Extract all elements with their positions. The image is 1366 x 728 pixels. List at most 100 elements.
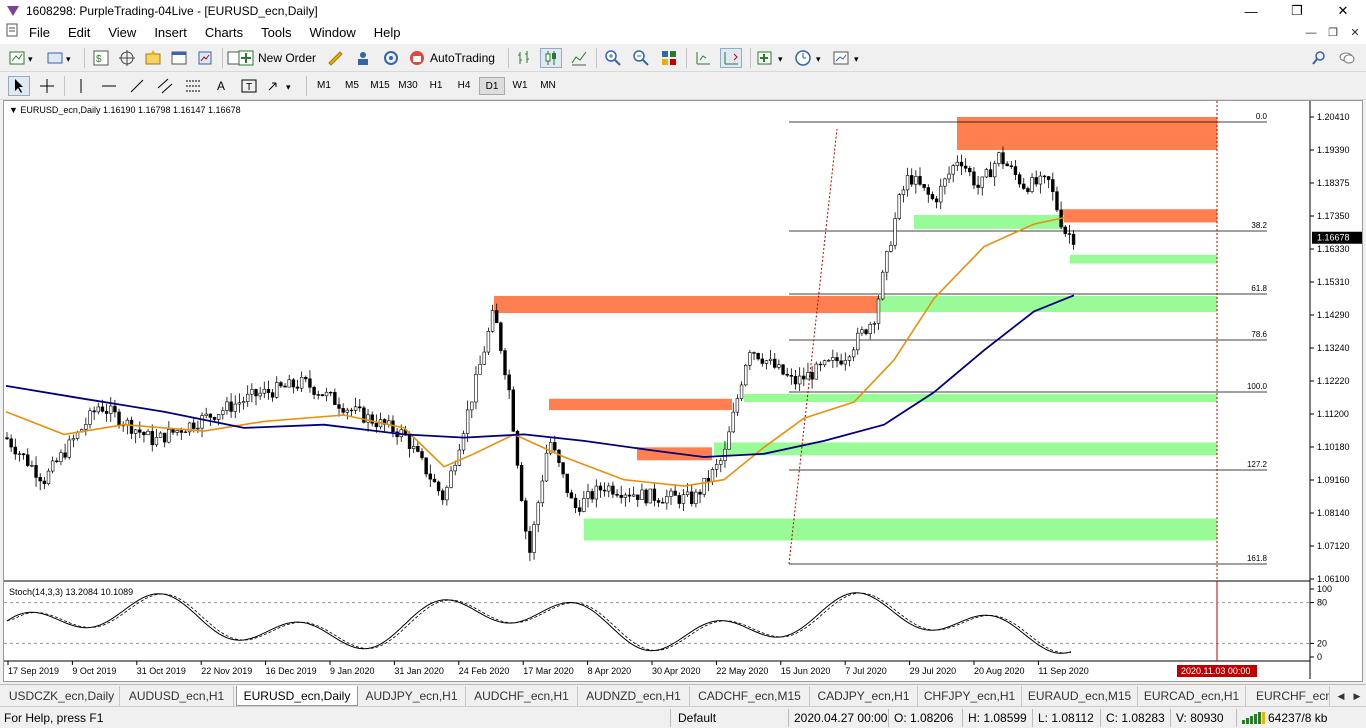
- templates-button[interactable]: ▾: [832, 48, 866, 68]
- tab-chfjpy[interactable]: CHFJPY_ecn,H1: [918, 686, 1022, 706]
- vertical-line-icon[interactable]: [70, 76, 92, 96]
- market-watch-icon[interactable]: $: [90, 48, 112, 68]
- mdi-close-icon[interactable]: ✕: [1344, 22, 1366, 44]
- timeframe-m5[interactable]: M5: [339, 77, 365, 95]
- candle-body: [50, 460, 55, 472]
- price-tick-label: 1.10180: [1317, 442, 1350, 452]
- timeframe-m1[interactable]: M1: [311, 77, 337, 95]
- candle-body: [607, 485, 611, 492]
- tab-scroll-left-icon[interactable]: ◀: [1334, 688, 1348, 704]
- search-icon[interactable]: [1308, 48, 1330, 68]
- new-order-button[interactable]: New Order: [238, 48, 318, 68]
- bar-chart-icon[interactable]: [514, 48, 536, 68]
- horizontal-line-icon[interactable]: [98, 76, 120, 96]
- candle-body: [939, 185, 943, 203]
- minimize-icon[interactable]: —: [1228, 0, 1274, 22]
- menu-help[interactable]: Help: [365, 22, 410, 44]
- candle-body: [739, 384, 744, 399]
- line-chart-icon[interactable]: [568, 48, 590, 68]
- tile-windows-icon[interactable]: [658, 48, 680, 68]
- tab-eurchf[interactable]: EURCHF_ecn,: [1246, 686, 1330, 706]
- candlestick-chart-icon[interactable]: [540, 48, 562, 68]
- mdi-restore-icon[interactable]: ❐: [1322, 22, 1344, 44]
- menu-window[interactable]: Window: [300, 22, 364, 44]
- candle-body: [109, 405, 113, 414]
- chat-icon[interactable]: [1336, 48, 1358, 68]
- timeframe-h4[interactable]: H4: [451, 77, 477, 95]
- date-tick-label: 17 Mar 2020: [523, 666, 574, 676]
- menu-charts[interactable]: Charts: [196, 22, 252, 44]
- candle-body: [623, 494, 628, 498]
- tab-euraud[interactable]: EURAUD_ecn,M15: [1022, 686, 1138, 706]
- arrows-button[interactable]: ▾: [266, 76, 298, 96]
- periods-button[interactable]: ▾: [794, 48, 828, 68]
- signals-icon[interactable]: [352, 48, 374, 68]
- candle-body: [63, 452, 67, 458]
- tab-audusd[interactable]: AUDUSD_ecn,H1: [120, 686, 234, 706]
- timeframe-m15[interactable]: M15: [367, 77, 393, 95]
- tab-scroll-right-icon[interactable]: ▶: [1350, 688, 1364, 704]
- timeframe-d1[interactable]: D1: [479, 77, 505, 95]
- menu-edit[interactable]: Edit: [59, 22, 99, 44]
- candle-body: [536, 502, 540, 525]
- indicators-button[interactable]: ▾: [756, 48, 790, 68]
- fibonacci-icon[interactable]: [182, 76, 204, 96]
- equidistant-channel-icon[interactable]: [154, 76, 176, 96]
- menu-tools[interactable]: Tools: [252, 22, 300, 44]
- tab-eurcad[interactable]: EURCAD_ecn,H1: [1138, 686, 1246, 706]
- candle-body: [179, 430, 183, 433]
- menu-view[interactable]: View: [99, 22, 145, 44]
- price-chart[interactable]: 0.0 38.2 61.8 78.6 100.0 127.2 161.8 1.20410 1.…: [4, 101, 1364, 683]
- candle-body: [843, 360, 848, 365]
- timeframe-m30[interactable]: M30: [395, 77, 421, 95]
- tab-audjpy[interactable]: AUDJPY_ecn,H1: [358, 686, 466, 706]
- menu-insert[interactable]: Insert: [145, 22, 196, 44]
- navigator-icon[interactable]: [142, 48, 164, 68]
- cursor-icon[interactable]: [8, 76, 30, 96]
- tab-cadchf[interactable]: CADCHF_ecn,M15: [690, 686, 810, 706]
- timeframe-h1[interactable]: H1: [423, 77, 449, 95]
- chart-window[interactable]: 0.0 38.2 61.8 78.6 100.0 127.2 161.8 1.20410 1.…: [3, 100, 1363, 682]
- candle-body: [1046, 176, 1051, 180]
- tab-eurusd[interactable]: EURUSD_ecn,Daily: [236, 686, 358, 706]
- zoom-out-icon[interactable]: [630, 48, 652, 68]
- text-label-icon[interactable]: T: [238, 76, 260, 96]
- strategy-tester-icon[interactable]: [194, 48, 216, 68]
- candle-body: [246, 393, 250, 402]
- candle-body: [582, 498, 586, 512]
- metaeditor-icon[interactable]: [324, 48, 346, 68]
- chart-header: ▼ EURUSD_ecn,Daily 1.16190 1.16798 1.161…: [9, 105, 241, 115]
- candle-body: [760, 358, 765, 364]
- tab-audchf[interactable]: AUDCHF_ecn,H1: [466, 686, 578, 706]
- candle-body: [669, 490, 673, 497]
- mdi-minimize-icon[interactable]: —: [1300, 22, 1322, 44]
- status-open: O: 1.08206: [894, 711, 954, 725]
- menu-file[interactable]: File: [20, 22, 59, 44]
- date-tick-label: 31 Jan 2020: [394, 666, 444, 676]
- trendline-icon[interactable]: [126, 76, 148, 96]
- timeframe-mn[interactable]: MN: [535, 77, 561, 95]
- candle-body: [1067, 233, 1072, 235]
- text-icon[interactable]: A: [210, 76, 232, 96]
- tab-usdczk[interactable]: USDCZK_ecn,Daily: [4, 686, 120, 706]
- timeframe-w1[interactable]: W1: [507, 77, 533, 95]
- new-chart-button[interactable]: ▾: [8, 48, 42, 68]
- document-icon[interactable]: [0, 22, 20, 44]
- profiles-button[interactable]: ▾: [46, 48, 78, 68]
- terminal-icon[interactable]: [168, 48, 190, 68]
- crosshair-icon[interactable]: [36, 76, 58, 96]
- chart-shift-icon[interactable]: [692, 48, 714, 68]
- close-icon[interactable]: ✕: [1320, 0, 1366, 22]
- candle-body: [797, 375, 802, 385]
- candle-body: [196, 427, 200, 430]
- data-window-icon[interactable]: [116, 48, 138, 68]
- restore-icon[interactable]: ❐: [1274, 0, 1320, 22]
- tab-cadjpy[interactable]: CADJPY_ecn,H1: [810, 686, 918, 706]
- candle-body: [988, 169, 993, 178]
- vps-icon[interactable]: [380, 48, 402, 68]
- autotrading-button[interactable]: AutoTrading: [408, 48, 500, 68]
- tab-audnzd[interactable]: AUDNZD_ecn,H1: [578, 686, 690, 706]
- zoom-in-icon[interactable]: [602, 48, 624, 68]
- candle-body: [611, 485, 615, 495]
- auto-scroll-icon[interactable]: [720, 48, 742, 68]
